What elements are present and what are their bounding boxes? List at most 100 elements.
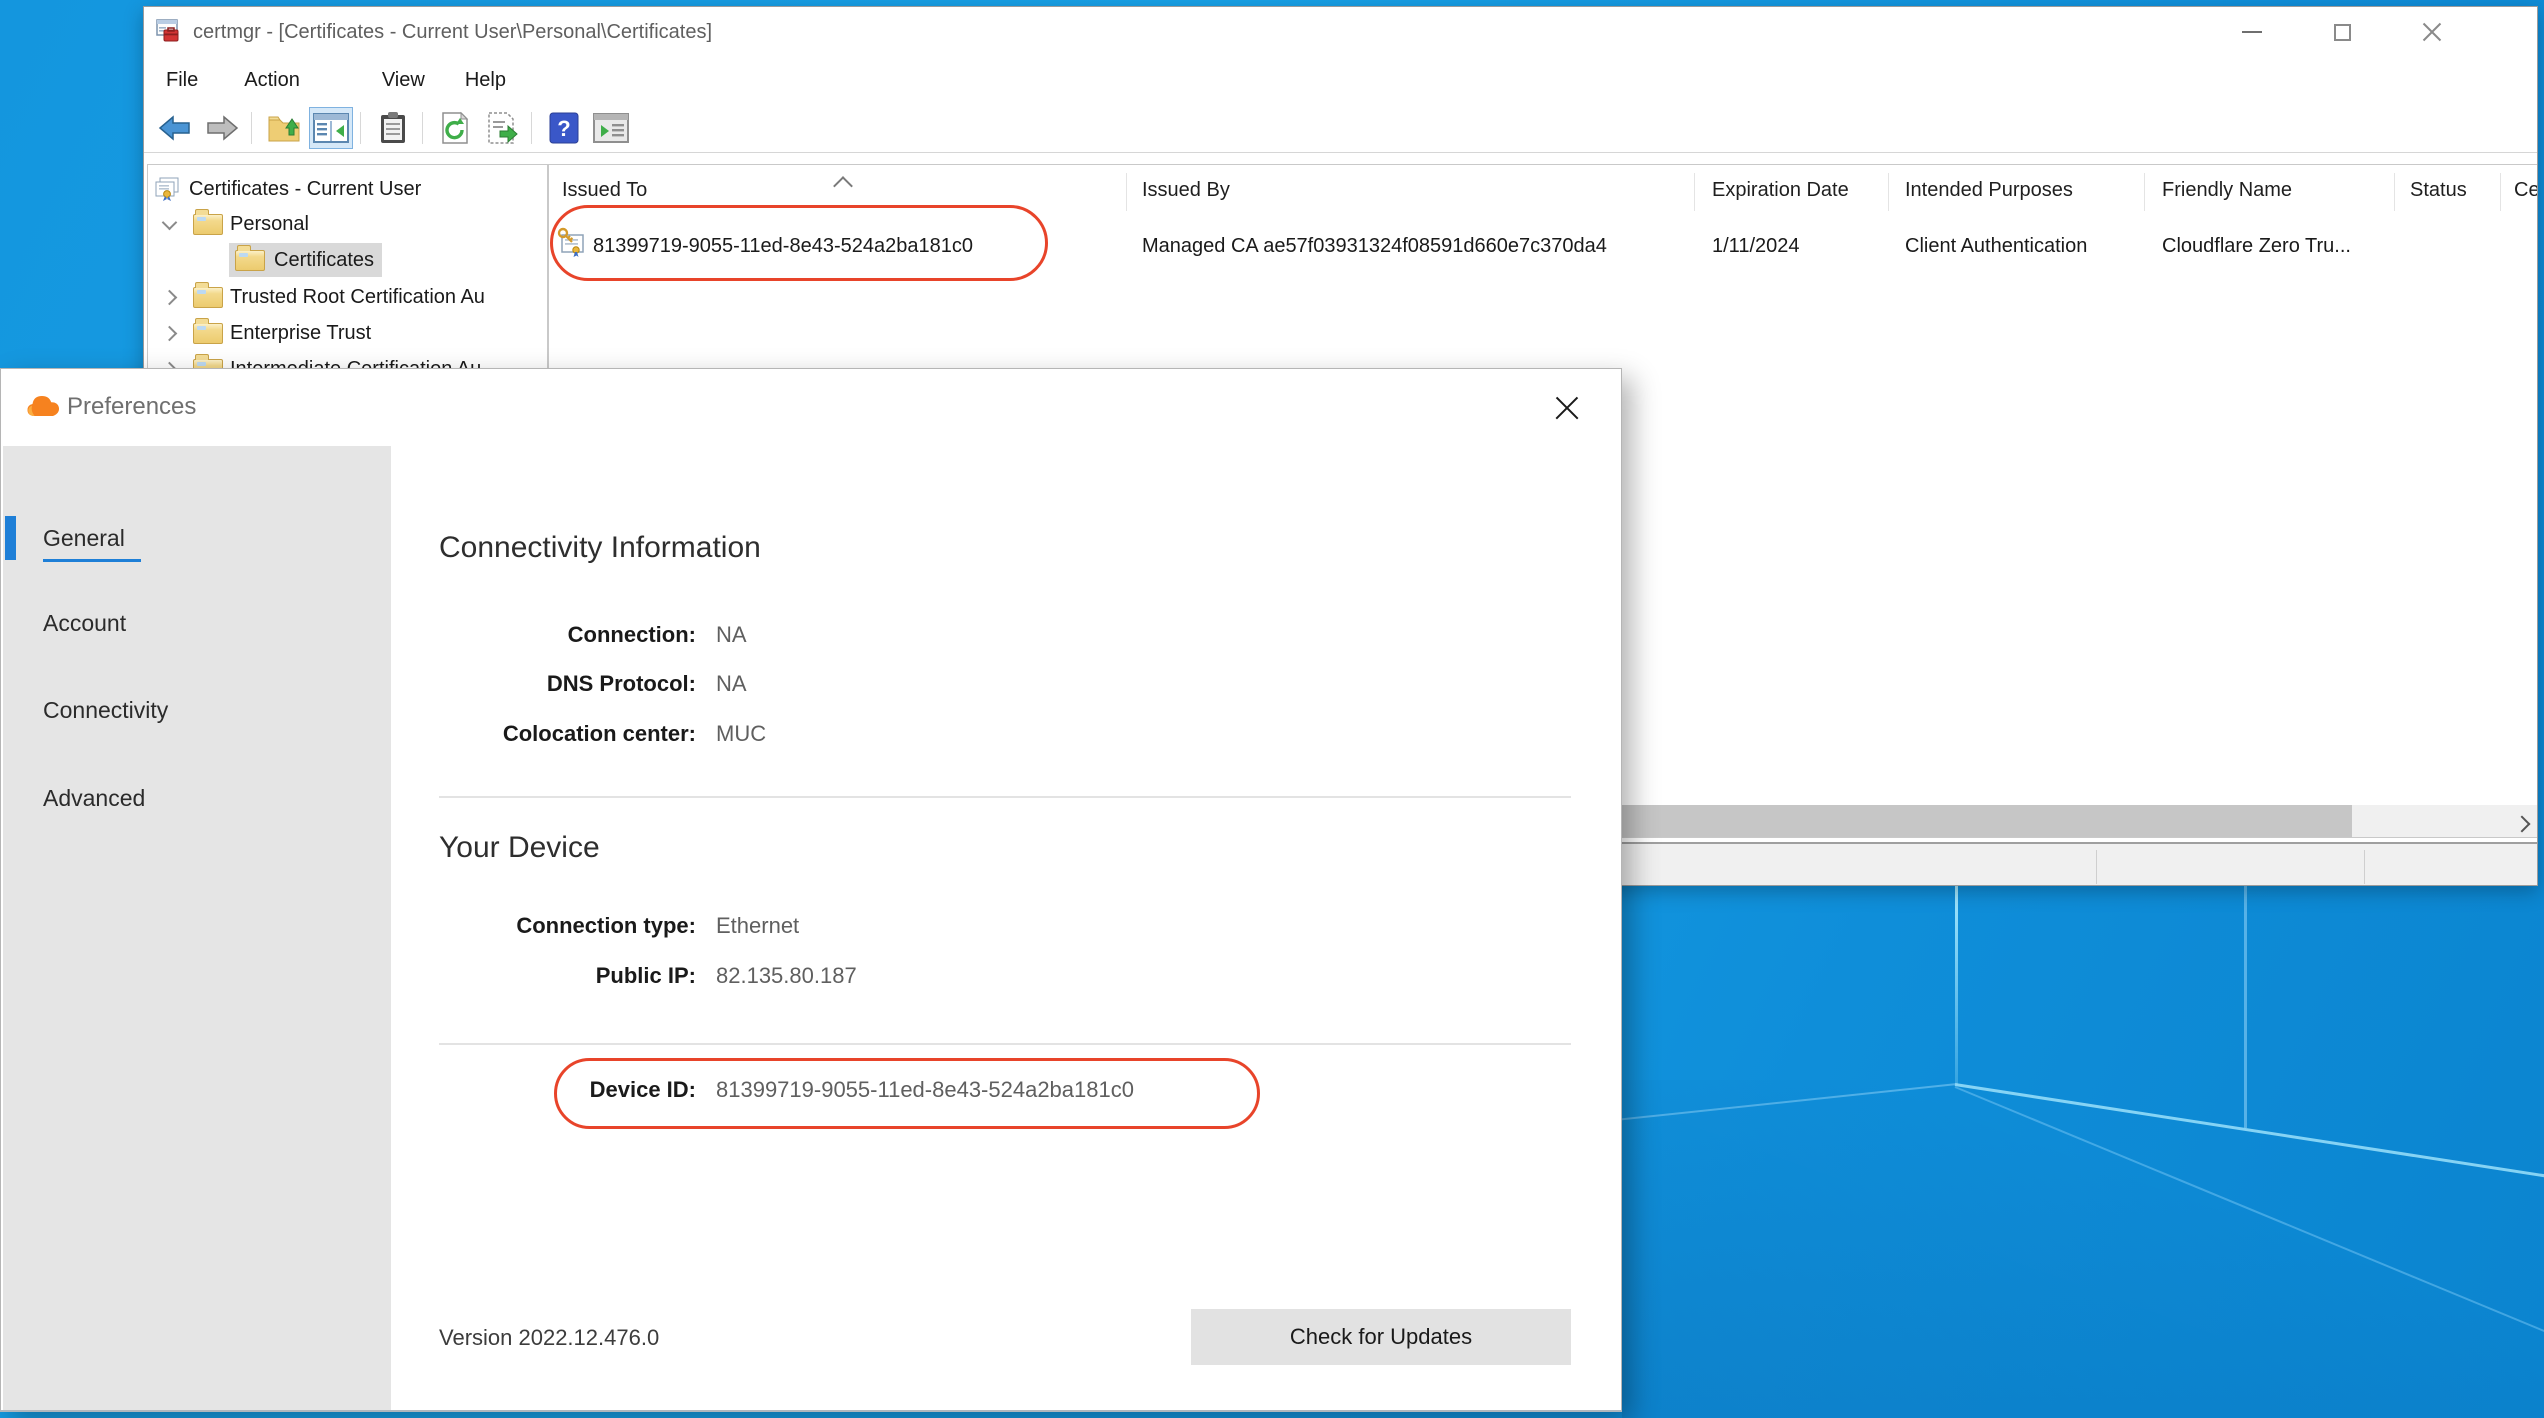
folder-icon — [235, 250, 265, 271]
column-header-expiration-date[interactable]: Expiration Date — [1712, 179, 1849, 202]
check-for-updates-button[interactable]: Check for Updates — [1191, 1309, 1571, 1365]
minimize-icon — [2242, 31, 2262, 33]
clipboard-button[interactable] — [371, 107, 415, 149]
wallpaper-beam-vertical-1 — [1955, 886, 1958, 1085]
clipboard-icon — [378, 111, 408, 145]
dialog-close-button[interactable] — [1543, 384, 1591, 432]
close-button[interactable] — [2387, 7, 2477, 57]
column-header-certificate-template[interactable]: Ce — [2514, 179, 2538, 202]
column-divider[interactable] — [2500, 173, 2501, 211]
new-window-button[interactable] — [589, 107, 633, 149]
tree-item-personal[interactable]: Personal — [164, 207, 309, 241]
toolbar-separator — [360, 112, 361, 144]
close-icon — [1553, 394, 1581, 422]
window-title: certmgr - [Certificates - Current User\P… — [193, 21, 712, 44]
refresh-icon — [439, 111, 471, 145]
cell-issued-to: 81399719-9055-11ed-8e43-524a2ba181c0 — [593, 235, 973, 258]
folder-icon — [193, 214, 223, 235]
folder-up-button[interactable] — [262, 107, 306, 149]
column-divider[interactable] — [2144, 173, 2145, 211]
column-header-status[interactable]: Status — [2410, 179, 2467, 202]
back-button[interactable] — [153, 107, 197, 149]
column-header-issued-by[interactable]: Issued By — [1142, 179, 1230, 202]
device-id-label: Device ID: — [391, 1077, 696, 1103]
help-button[interactable]: ? — [542, 107, 586, 149]
nav-item-advanced[interactable]: Advanced — [1, 776, 1621, 820]
cell-issued-by: Managed CA ae57f03931324f08591d660e7c370… — [1142, 235, 1607, 258]
cell-expiration-date: 1/11/2024 — [1712, 235, 1800, 258]
close-icon — [2421, 21, 2443, 43]
toolbar: ? — [144, 103, 2537, 153]
chevron-right-icon[interactable] — [162, 325, 178, 341]
chevron-right-icon — [2514, 816, 2531, 833]
section-title-your-device: Your Device — [439, 831, 600, 865]
dialog-title: Preferences — [67, 393, 196, 421]
info-label: Public IP: — [391, 963, 696, 989]
folder-up-icon — [266, 112, 302, 144]
menu-view[interactable]: View — [366, 63, 441, 98]
export-list-button[interactable] — [480, 107, 524, 149]
column-divider[interactable] — [1126, 173, 1127, 211]
toolbar-separator — [251, 112, 252, 144]
toolbar-separator — [531, 112, 532, 144]
tree-item-label: Personal — [230, 213, 309, 236]
console-tree-icon — [313, 113, 349, 143]
wallpaper-shading — [1622, 1080, 2544, 1418]
info-row-colocation-center: Colocation center: MUC — [1, 719, 1621, 749]
minimize-button[interactable] — [2207, 7, 2297, 57]
tree-item-trusted-root[interactable]: Trusted Root Certification Au — [164, 280, 485, 314]
column-header-intended-purposes[interactable]: Intended Purposes — [1905, 179, 2073, 202]
sort-ascending-icon — [833, 176, 853, 196]
column-header-issued-to[interactable]: Issued To — [562, 179, 647, 202]
nav-item-label: Advanced — [43, 785, 145, 812]
info-label: Colocation center: — [391, 721, 696, 747]
info-row-connection: Connection: NA — [1, 620, 1621, 650]
preferences-dialog: Preferences General Account Connectivity… — [0, 368, 1622, 1412]
status-bar-divider — [2096, 850, 2097, 884]
tree-item-label: Certificates — [274, 249, 374, 272]
check-for-updates-label: Check for Updates — [1290, 1324, 1472, 1350]
menu-help[interactable]: Help — [449, 63, 522, 98]
nav-item-general[interactable]: General — [1, 516, 1621, 560]
menu-action[interactable]: Action — [228, 63, 316, 98]
tree-selection-highlight: Certificates — [229, 243, 382, 277]
info-label: Connection type: — [391, 913, 696, 939]
tree-item-certificates[interactable]: Certificates — [229, 243, 382, 277]
svg-text:?: ? — [557, 116, 570, 141]
info-value: NA — [716, 622, 747, 648]
maximize-icon — [2334, 24, 2351, 41]
info-row-dns-protocol: DNS Protocol: NA — [1, 669, 1621, 699]
tree-item-certificates-current-user[interactable]: Certificates - Current User — [154, 172, 421, 206]
section-divider — [439, 1043, 1571, 1045]
tree-item-label: Enterprise Trust — [230, 322, 371, 345]
status-bar-divider — [2364, 850, 2365, 884]
info-value: MUC — [716, 721, 766, 747]
tree-item-label: Certificates - Current User — [189, 178, 421, 201]
refresh-button[interactable] — [433, 107, 477, 149]
screen: certmgr - [Certificates - Current User\P… — [0, 0, 2544, 1418]
scrollbar-right-arrow[interactable] — [2516, 813, 2530, 827]
section-title-connectivity-information: Connectivity Information — [439, 531, 761, 565]
info-row-public-ip: Public IP: 82.135.80.187 — [1, 961, 1621, 991]
column-divider[interactable] — [1888, 173, 1889, 211]
section-divider — [439, 796, 1571, 798]
maximize-button[interactable] — [2297, 7, 2387, 57]
console-tree-toggle-button[interactable] — [309, 107, 353, 149]
column-divider[interactable] — [2394, 173, 2395, 211]
tree-item-label: Trusted Root Certification Au — [230, 286, 485, 309]
help-icon: ? — [549, 112, 579, 144]
info-value: 82.135.80.187 — [716, 963, 857, 989]
toolbar-separator — [422, 112, 423, 144]
info-value: Ethernet — [716, 913, 799, 939]
back-icon — [157, 112, 193, 144]
info-value: NA — [716, 671, 747, 697]
forward-button[interactable] — [200, 107, 244, 149]
column-header-friendly-name[interactable]: Friendly Name — [2162, 179, 2292, 202]
chevron-down-icon[interactable] — [162, 214, 178, 230]
title-bar: certmgr - [Certificates - Current User\P… — [144, 7, 2537, 57]
chevron-right-icon[interactable] — [162, 289, 178, 305]
info-row-connection-type: Connection type: Ethernet — [1, 911, 1621, 941]
menu-file[interactable]: File — [150, 63, 214, 98]
column-divider[interactable] — [1694, 173, 1695, 211]
tree-item-enterprise-trust[interactable]: Enterprise Trust — [164, 316, 371, 350]
